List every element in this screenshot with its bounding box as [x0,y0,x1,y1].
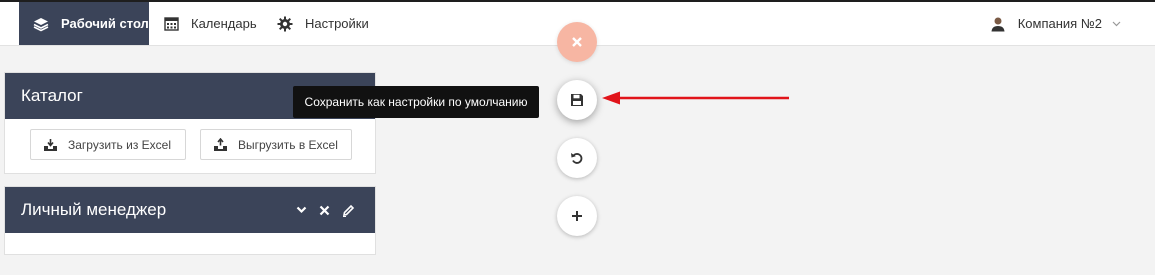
close-icon[interactable] [319,205,330,216]
nav-item-desktop[interactable]: Рабочий стол [19,2,149,45]
calendar-icon [163,16,179,32]
manager-widget: Личный менеджер [4,186,376,255]
download-tray-icon [213,137,228,152]
gear-icon [277,16,293,32]
save-tooltip: Сохранить как настройки по умолчанию [293,86,539,118]
upload-tray-icon [43,138,58,152]
chevron-down-icon [1112,21,1121,27]
close-fab-button[interactable] [557,22,597,62]
manager-widget-header[interactable]: Личный менеджер [5,187,375,233]
pencil-icon[interactable] [342,204,355,217]
save-default-button[interactable] [557,80,597,120]
button-label: Выгрузить в Excel [238,137,338,152]
save-icon [570,93,584,107]
widget-title: Каталог [21,86,83,105]
company-label: Компания №2 [1017,16,1102,31]
widget-title: Личный менеджер [21,200,167,219]
button-label: Загрузить из Excel [68,137,172,152]
annotation-arrow-icon [602,91,789,105]
nav-item-settings[interactable]: Настройки [277,2,369,45]
chevron-down-icon[interactable] [296,206,307,214]
widget-tools [296,187,355,233]
undo-icon [570,151,584,165]
close-icon [571,36,583,48]
nav-item-calendar[interactable]: Календарь [163,2,257,45]
nav-item-label: Рабочий стол [61,16,149,31]
nav-item-label: Календарь [191,16,257,31]
layers-icon [33,16,49,32]
reset-button[interactable] [557,138,597,178]
download-excel-button[interactable]: Выгрузить в Excel [200,129,352,160]
add-widget-button[interactable] [557,196,597,236]
company-selector[interactable]: Компания №2 [990,2,1121,45]
plus-icon [571,210,583,222]
tooltip-text: Сохранить как настройки по умолчанию [304,95,528,109]
nav-item-label: Настройки [305,16,369,31]
upload-excel-button[interactable]: Загрузить из Excel [30,129,186,160]
user-icon [990,16,1006,32]
